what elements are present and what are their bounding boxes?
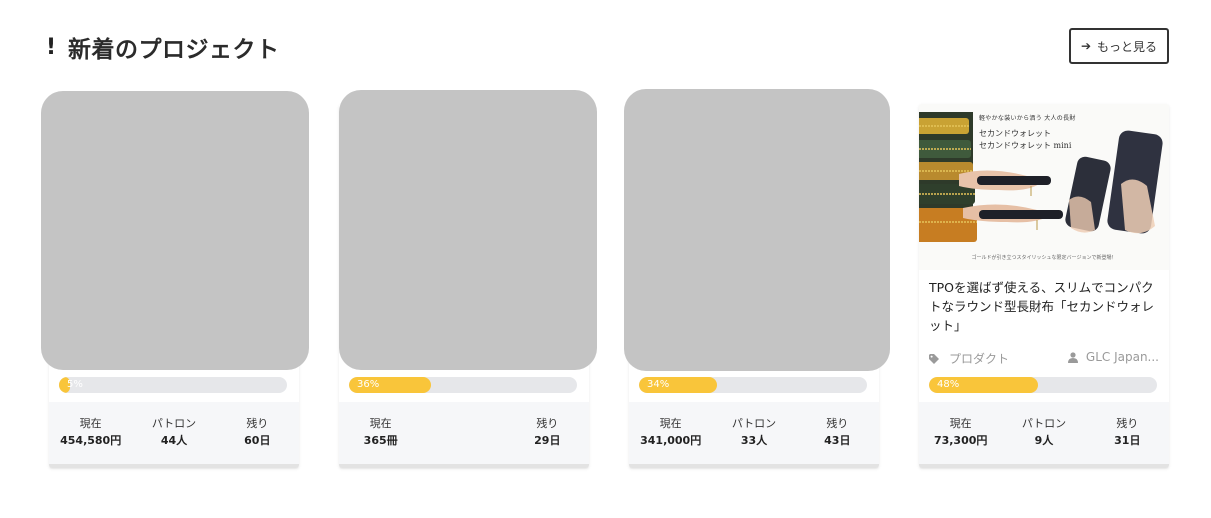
stat-label: 現在 xyxy=(949,417,972,430)
stat-current: 現在 73,300円 xyxy=(919,416,1002,450)
stat-remaining: 残り 29日 xyxy=(506,416,589,450)
stat-label: 現在 xyxy=(79,417,102,430)
image-placeholder xyxy=(339,90,597,370)
stat-label: 現在 xyxy=(369,417,392,430)
stat-current: 現在 365冊 xyxy=(339,416,422,450)
card-bottom-border xyxy=(49,464,299,468)
project-category[interactable]: プロダクト xyxy=(929,350,1009,367)
image-text-line1: 軽やかな装いから洒う 大人の長財 xyxy=(979,115,1076,122)
progress-bar: 34% xyxy=(639,377,867,393)
project-title[interactable]: TPOを選ばず使える、スリムでコンパクトなラウンド型長財布「セカンドウォレット」 xyxy=(929,278,1161,335)
category-label: プロダクト xyxy=(949,352,1010,366)
progress-percent: 48% xyxy=(937,379,960,390)
card-bottom-border xyxy=(629,464,879,468)
image-text-line2: セカンドウォレット xyxy=(979,129,1051,138)
progress-bar: 5% xyxy=(59,377,287,393)
stat-current: 現在 341,000円 xyxy=(629,416,712,450)
image-caption: ゴールドが引き立つスタイリッシュな限定バージョンで新登場！ xyxy=(971,255,1117,261)
stat-label: 現在 xyxy=(659,417,682,430)
stat-value: 454,580円 xyxy=(60,434,122,447)
section-title: ! 新着のプロジェクト xyxy=(44,30,280,64)
stat-label: 残り xyxy=(826,417,849,430)
stat-value: 341,000円 xyxy=(640,434,702,447)
stat-value: 9人 xyxy=(1034,434,1054,447)
image-overlay-text: 軽やかな装いから洒う 大人の長財 セカンドウォレット セカンドウォレット min… xyxy=(979,114,1076,152)
image-placeholder xyxy=(624,89,890,371)
tag-icon xyxy=(929,353,939,364)
project-stats: 現在 73,300円 パトロン 9人 残り 31日 xyxy=(919,402,1169,464)
section-title-text: 新着のプロジェクト xyxy=(68,37,280,63)
stat-value: 31日 xyxy=(1114,434,1141,447)
stat-value: 29日 xyxy=(534,434,561,447)
stat-remaining: 残り 31日 xyxy=(1086,416,1169,450)
stat-value: 44人 xyxy=(160,434,188,447)
stat-label: パトロン xyxy=(151,417,197,430)
more-button-label: もっと見る xyxy=(1097,39,1158,54)
stat-value: 60日 xyxy=(244,434,271,447)
card-bottom-border xyxy=(919,464,1169,468)
stat-remaining: 残り 60日 xyxy=(216,416,299,450)
stat-remaining: 残り 43日 xyxy=(796,416,879,450)
stat-current: 現在 454,580円 xyxy=(49,416,132,450)
stat-patrons: パトロン 33人 xyxy=(712,416,795,450)
stat-label: パトロン xyxy=(731,417,777,430)
stat-value: 365冊 xyxy=(363,434,398,447)
progress-percent: 5% xyxy=(67,379,83,390)
stat-value: 33人 xyxy=(740,434,768,447)
project-meta: プロダクト GLC Japan... xyxy=(929,350,1159,366)
arrow-right-icon: ➔ xyxy=(1080,39,1092,53)
owner-name: GLC Japan... xyxy=(1085,350,1159,364)
stat-label: 残り xyxy=(246,417,269,430)
project-owner[interactable]: GLC Japan... xyxy=(1067,350,1159,364)
image-placeholder xyxy=(41,91,309,370)
project-stats: 現在 341,000円 パトロン 33人 残り 43日 xyxy=(629,402,879,464)
exclamation-icon: ! xyxy=(45,34,57,60)
section-header: ! 新着のプロジェクト ➔ もっと見る xyxy=(44,28,1169,64)
stat-value: 43日 xyxy=(824,434,851,447)
progress-percent: 34% xyxy=(647,379,670,390)
stat-value: 73,300円 xyxy=(933,434,988,447)
more-button[interactable]: ➔ もっと見る xyxy=(1069,28,1169,64)
project-stats: 現在 365冊 残り 29日 xyxy=(339,402,589,464)
project-card[interactable]: 軽やかな装いから洒う 大人の長財 セカンドウォレット セカンドウォレット min… xyxy=(919,104,1169,468)
progress-bar: 36% xyxy=(349,377,577,393)
stat-patrons: パトロン 44人 xyxy=(132,416,215,450)
user-icon xyxy=(1067,351,1078,363)
progress-percent: 36% xyxy=(357,379,380,390)
image-text-line3: セカンドウォレット mini xyxy=(979,141,1072,150)
stat-patrons: パトロン 9人 xyxy=(1002,416,1085,450)
project-thumbnail[interactable]: 軽やかな装いから洒う 大人の長財 セカンドウォレット セカンドウォレット min… xyxy=(919,104,1169,270)
progress-bar: 48% xyxy=(929,377,1157,393)
stat-label: 残り xyxy=(536,417,559,430)
stat-label: パトロン xyxy=(1021,417,1067,430)
stat-label: 残り xyxy=(1116,417,1139,430)
card-bottom-border xyxy=(339,464,589,468)
project-stats: 現在 454,580円 パトロン 44人 残り 60日 xyxy=(49,402,299,464)
